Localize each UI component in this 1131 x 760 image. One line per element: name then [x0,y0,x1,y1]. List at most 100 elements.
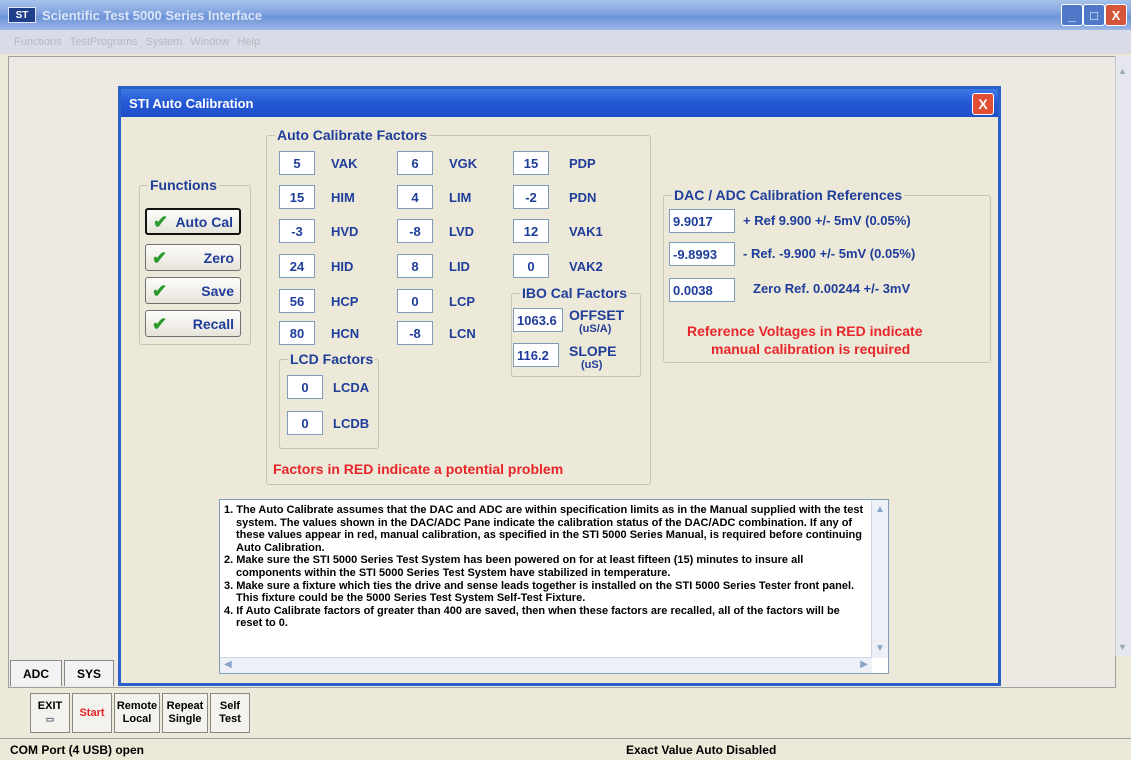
main-vertical-scrollbar[interactable]: ▲ ▼ [1115,56,1131,656]
status-com-port: COM Port (4 USB) open [10,742,144,757]
scroll-left-arrow-icon[interactable]: ◀ [224,659,232,670]
factor-lid-value[interactable]: 8 [397,254,433,278]
factor-pdn-label: PDN [569,190,597,205]
notes-horizontal-scrollbar[interactable]: ◀ ▶ [220,657,872,673]
factor-lim-label: LIM [449,190,472,205]
factor-lim-value[interactable]: 4 [397,185,433,209]
tab-sys[interactable]: SYS [64,660,115,686]
remote-label: Remote [116,700,158,712]
dialog-close-button[interactable]: X [972,93,994,115]
self-label: Self [219,700,241,712]
factor-vak-label: VAK [331,156,358,171]
auto-cal-label: Auto Cal [175,213,233,230]
start-label: Start [79,706,105,719]
repeat-label: Repeat [166,700,204,712]
scroll-up-arrow-icon[interactable]: ▲ [875,504,885,515]
menu-functions[interactable]: Functions [14,36,62,48]
factor-lvd-value[interactable]: -8 [397,219,433,243]
checkmark-icon: ✔ [152,247,168,268]
ref-minus-label: - Ref. -9.900 +/- 5mV (0.05%) [743,246,916,261]
lcda-value[interactable]: 0 [287,375,323,399]
start-button[interactable]: Start [72,693,112,733]
lcdb-value[interactable]: 0 [287,411,323,435]
dialog-title-bar[interactable]: STI Auto Calibration [121,89,998,117]
window-title: Scientific Test 5000 Series Interface [42,7,263,23]
remote-local-button[interactable]: Remote Local [114,693,160,733]
minimize-button[interactable]: _ [1061,4,1083,26]
factor-him-label: HIM [331,190,355,205]
lcda-label: LCDA [333,380,370,395]
menu-window[interactable]: Window [190,36,229,48]
factor-hcp-value[interactable]: 56 [279,289,315,313]
factor-vak-value[interactable]: 5 [279,151,315,175]
ref-zero-value[interactable]: 0.0038 [669,278,735,302]
window-close-button[interactable]: X [1105,4,1127,26]
factor-vak1-label: VAK1 [569,224,603,239]
factor-vak2-value[interactable]: 0 [513,254,549,278]
ibo-offset-unit: (uS/A) [579,323,612,335]
tab-adc[interactable]: ADC [10,660,62,686]
status-bar: COM Port (4 USB) open Exact Value Auto D… [0,738,1131,760]
ibo-offset-label: OFFSET [569,307,625,323]
ref-minus-value[interactable]: -9.8993 [669,242,735,266]
factors-warning-text: Factors in RED indicate a potential prob… [273,461,564,477]
ibo-slope-unit: (uS) [581,359,603,371]
scroll-down-arrow-icon[interactable]: ▼ [875,643,885,654]
repeat-single-button[interactable]: Repeat Single [162,693,208,733]
menu-bar: Functions TestPrograms System Window Hel… [0,30,1131,54]
factor-hcp-label: HCP [331,294,359,309]
recall-label: Recall [192,315,234,332]
ref-plus-value[interactable]: 9.9017 [669,209,735,233]
exit-button[interactable]: EXIT ▭ [30,693,70,733]
menu-system[interactable]: System [146,36,183,48]
factor-lcn-value[interactable]: -8 [397,321,433,345]
save-label: Save [201,282,234,299]
ibo-slope-value[interactable]: 116.2 [513,343,559,367]
factor-lcn-label: LCN [449,326,476,341]
factor-hcn-value[interactable]: 80 [279,321,315,345]
factor-pdn-value[interactable]: -2 [513,185,549,209]
scroll-up-arrow-icon[interactable]: ▲ [1118,66,1127,76]
instruction-4: 4. If Auto Calibrate factors of greater … [224,604,840,630]
zero-button[interactable]: ✔ Zero [145,244,241,271]
factor-lid-label: LID [449,259,470,274]
functions-legend: Functions [150,177,217,193]
factor-him-value[interactable]: 15 [279,185,315,209]
instructions-textbox[interactable]: 1. The Auto Calibrate assumes that the D… [219,499,889,674]
notes-vertical-scrollbar[interactable]: ▲ ▼ [871,500,888,658]
ref-plus-label: + Ref 9.900 +/- 5mV (0.05%) [743,213,911,228]
local-label: Local [122,713,152,725]
instructions-text: 1. The Auto Calibrate assumes that the D… [224,504,868,630]
scroll-down-arrow-icon[interactable]: ▼ [1118,642,1127,652]
ibo-offset-value[interactable]: 1063.6 [513,308,563,332]
factor-hvd-value[interactable]: -3 [279,219,315,243]
factor-lvd-label: LVD [449,224,475,239]
factor-pdp-value[interactable]: 15 [513,151,549,175]
menu-help[interactable]: Help [237,36,260,48]
refs-note-line2: manual calibration is required [711,341,911,357]
refs-legend: DAC / ADC Calibration References [674,187,903,203]
menu-testprograms[interactable]: TestPrograms [70,36,138,48]
lcd-legend: LCD Factors [290,351,374,367]
auto-cal-button[interactable]: ✔ Auto Cal [145,208,241,235]
status-exact-value: Exact Value Auto Disabled [626,742,777,757]
recall-button[interactable]: ✔ Recall [145,310,241,337]
ref-zero-label: Zero Ref. 0.00244 +/- 3mV [753,281,911,296]
factor-vak2-label: VAK2 [569,259,603,274]
checkmark-icon: ✔ [152,313,168,334]
maximize-button[interactable]: □ [1083,4,1105,26]
auto-calibration-dialog: STI Auto Calibration X Functions ✔ Auto … [118,86,1001,686]
scroll-right-arrow-icon[interactable]: ▶ [860,659,868,670]
pane-tabs: ADC SYS [10,660,116,686]
self-test-button[interactable]: Self Test [210,693,250,733]
save-button[interactable]: ✔ Save [145,277,241,304]
main-title-bar[interactable]: ST Scientific Test 5000 Series Interface… [0,0,1131,30]
factor-vgk-value[interactable]: 6 [397,151,433,175]
exit-door-icon: ▭ [45,714,55,724]
instruction-3: 3. Make sure a fixture which ties the dr… [224,579,855,605]
factor-vak1-value[interactable]: 12 [513,219,549,243]
factor-hid-value[interactable]: 24 [279,254,315,278]
single-label: Single [168,713,202,725]
factor-hvd-label: HVD [331,224,359,239]
factor-lcp-value[interactable]: 0 [397,289,433,313]
